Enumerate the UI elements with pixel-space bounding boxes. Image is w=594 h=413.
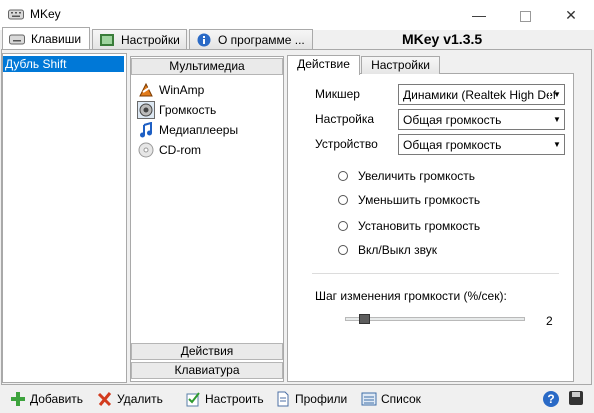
close-button[interactable]: ✕ — [548, 0, 594, 30]
help-icon[interactable]: ? — [543, 391, 559, 407]
chevron-down-icon: ▼ — [549, 110, 564, 129]
list-button[interactable]: Список — [361, 390, 421, 408]
chevron-down-icon: ▼ — [549, 85, 564, 104]
tab-settings[interactable]: Настройки — [92, 29, 187, 49]
list-item[interactable]: CD-rom — [138, 141, 201, 159]
speaker-icon — [137, 101, 155, 119]
tab-settings-label: Настройки — [121, 32, 180, 47]
app-version: MKey v1.3.5 — [402, 31, 483, 47]
delete-icon — [97, 392, 112, 407]
tab-keys[interactable]: Клавиши — [2, 27, 90, 50]
divider — [312, 273, 559, 274]
cd-icon — [138, 142, 154, 158]
slider-handle[interactable] — [359, 314, 370, 324]
radio-set-volume[interactable]: Установить громкость — [338, 218, 480, 234]
step-slider[interactable] — [345, 317, 525, 321]
mixer-select[interactable]: Динамики (Realtek High Def ▼ — [398, 84, 565, 105]
info-icon — [197, 33, 211, 46]
category-actions-button[interactable]: Действия — [131, 343, 283, 360]
device-select[interactable]: Общая громкость ▼ — [398, 134, 565, 155]
settings-icon — [100, 33, 114, 46]
add-button[interactable]: Добавить — [10, 390, 83, 408]
radio-increase-volume[interactable]: Увеличить громкость — [338, 168, 475, 184]
minimize-button[interactable]: — — [456, 0, 502, 30]
step-label: Шаг изменения громкости (%/сек): — [315, 289, 507, 303]
save-icon[interactable] — [569, 391, 583, 405]
tab-keys-label: Клавиши — [31, 32, 82, 46]
window-title: MKey — [30, 7, 61, 21]
list-item[interactable]: WinAmp — [138, 81, 204, 99]
maximize-button[interactable] — [502, 0, 548, 30]
document-icon — [277, 391, 289, 407]
tab-action-settings[interactable]: Настройки — [361, 56, 440, 74]
tab-action[interactable]: Действие — [287, 55, 360, 75]
tab-about[interactable]: О программе ... — [189, 29, 313, 49]
list-icon — [361, 392, 377, 406]
plus-icon — [11, 392, 25, 406]
chevron-down-icon: ▼ — [549, 135, 564, 154]
list-item[interactable]: Медиаплееры — [138, 121, 238, 139]
category-multimedia-button[interactable]: Мультимедиа — [131, 58, 283, 75]
radio-decrease-volume[interactable]: Уменьшить громкость — [338, 192, 480, 208]
keyboard-icon — [9, 34, 25, 45]
profiles-button[interactable]: Профили — [275, 390, 347, 408]
step-value: 2 — [546, 314, 553, 328]
checklist-icon — [186, 392, 200, 407]
keys-list[interactable] — [2, 53, 127, 383]
winamp-icon — [139, 82, 153, 97]
keyboard-icon — [8, 9, 24, 20]
tab-about-label: О программе ... — [218, 32, 305, 47]
mixer-label: Микшер — [315, 87, 360, 101]
delete-button[interactable]: Удалить — [97, 390, 163, 408]
setting-label: Настройка — [315, 112, 375, 126]
device-label: Устройство — [315, 137, 378, 151]
radio-toggle-sound[interactable]: Вкл/Выкл звук — [338, 242, 437, 258]
category-keyboard-button[interactable]: Клавиатура — [131, 362, 283, 379]
music-note-icon — [140, 122, 152, 138]
list-item[interactable]: Громкость — [137, 101, 216, 119]
setting-select[interactable]: Общая громкость ▼ — [398, 109, 565, 130]
list-item[interactable]: Дубль Shift — [3, 56, 124, 72]
configure-button[interactable]: Настроить — [185, 390, 264, 408]
